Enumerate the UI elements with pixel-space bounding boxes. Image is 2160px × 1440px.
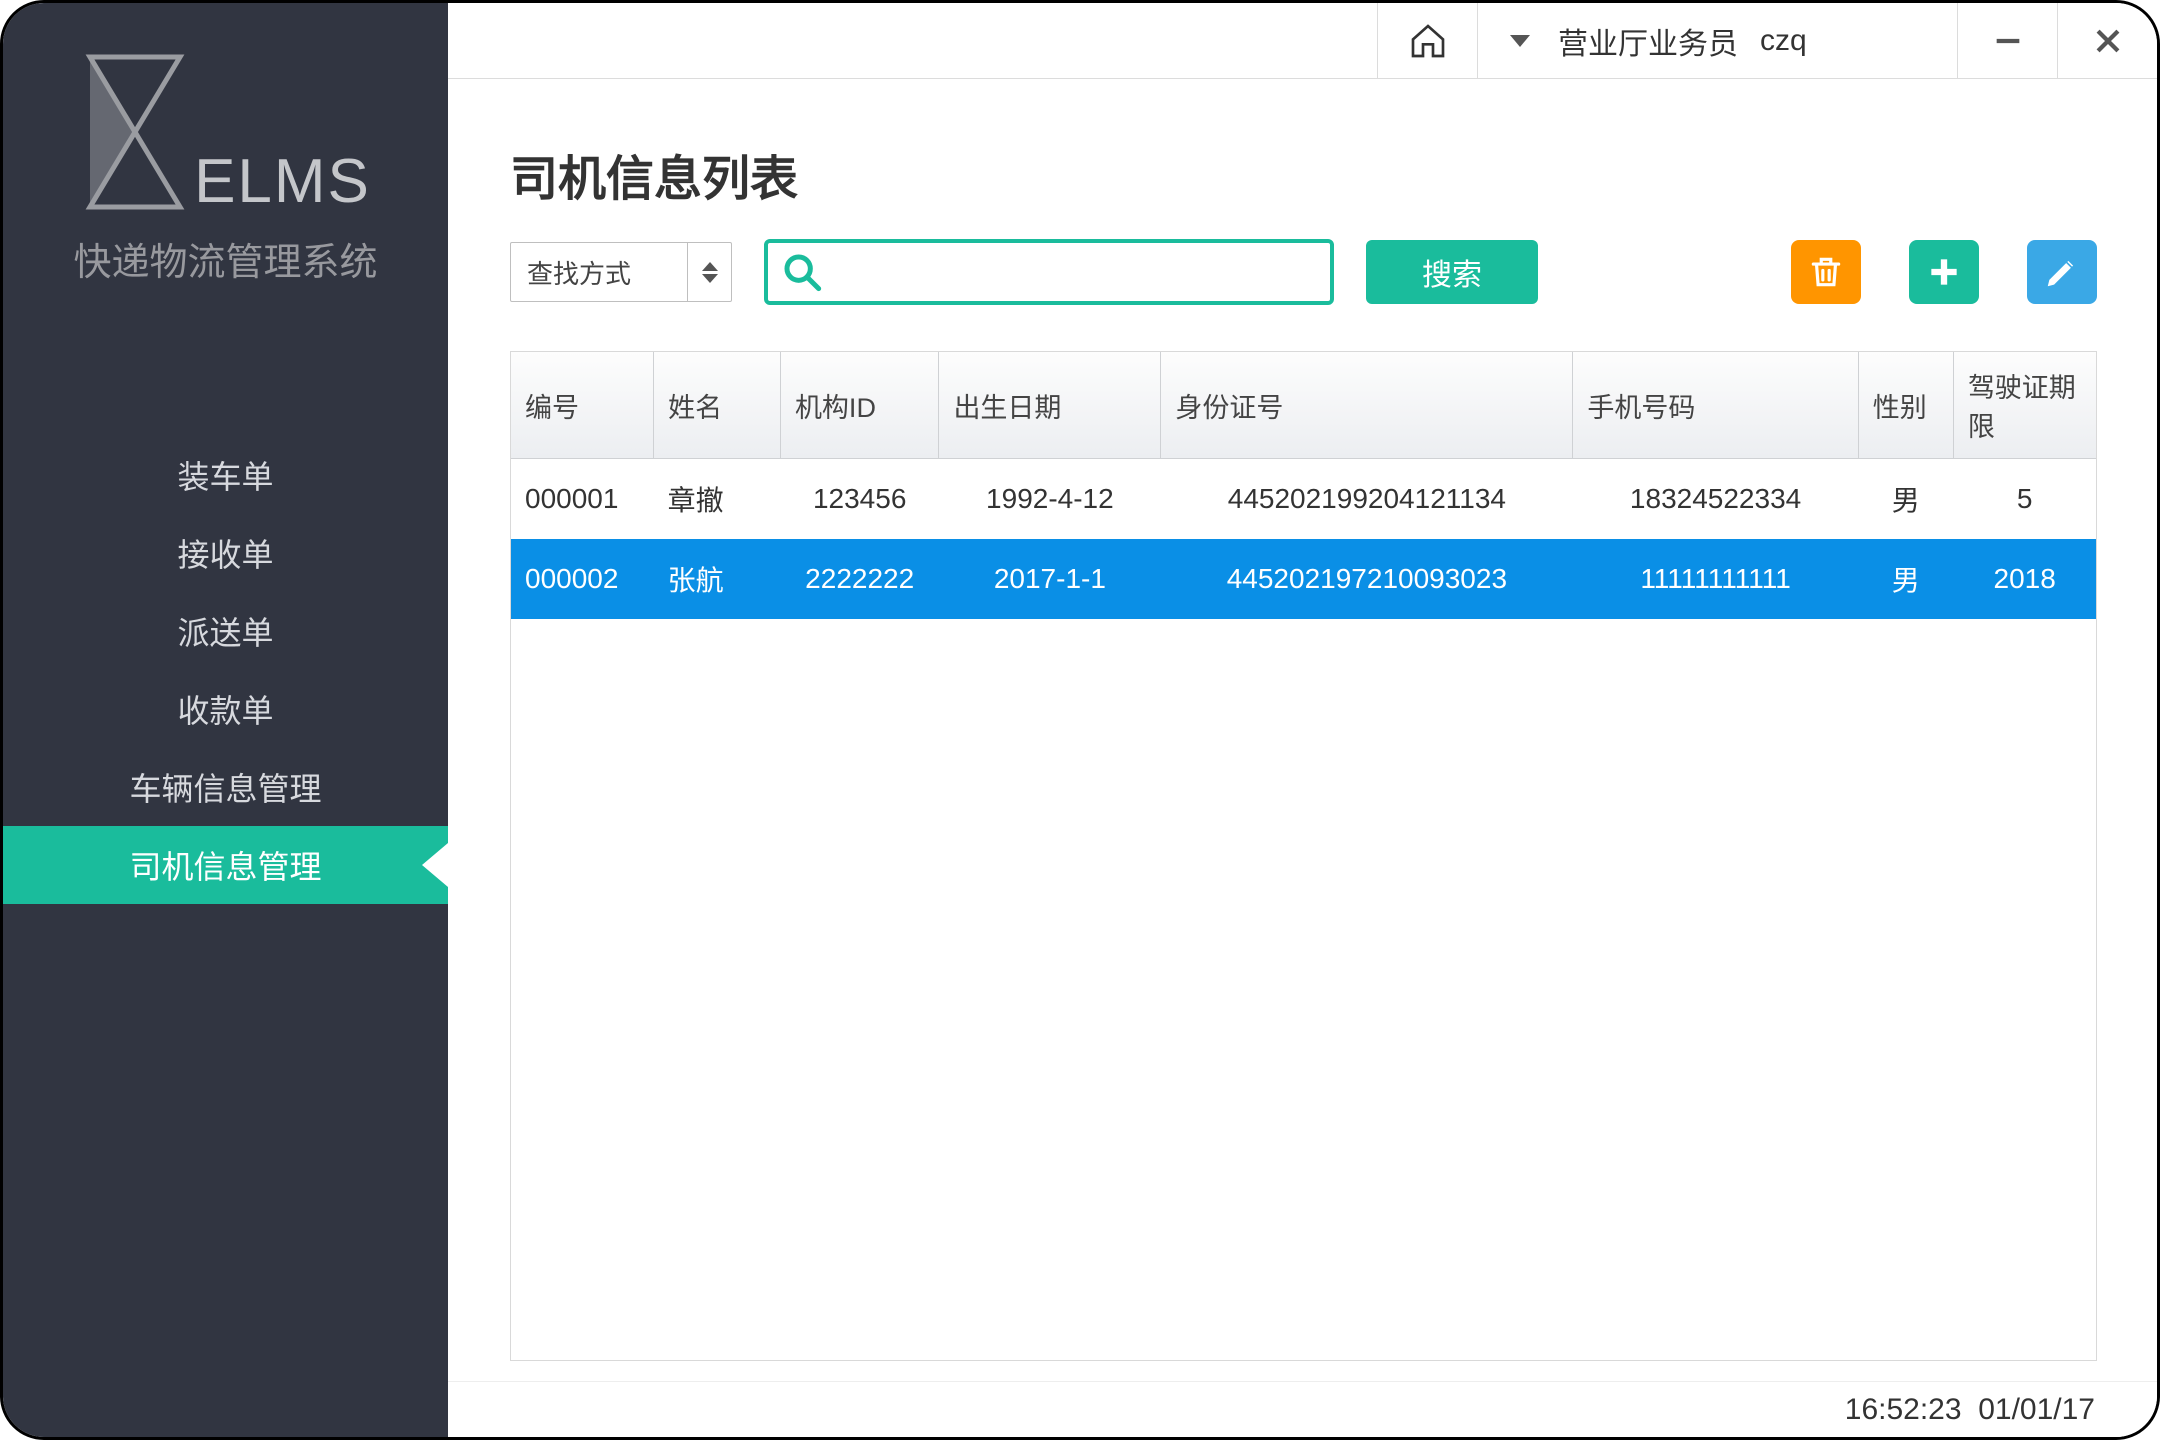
status-time: 16:52:23 [1845,1393,1962,1427]
cell: 章撤 [654,459,781,540]
pen-icon [2043,253,2081,291]
sidebar-item[interactable]: 车辆信息管理 [3,748,448,826]
home-button[interactable] [1377,3,1477,78]
sidebar-item[interactable]: 装车单 [3,436,448,514]
main: 营业厅业务员 czq 司机信息列表 [448,3,2157,1437]
column-header[interactable]: 驾驶证期限 [1953,352,2096,459]
delete-button[interactable] [1791,240,1861,304]
select-label: 查找方式 [511,254,687,291]
cell: 445202199204121134 [1161,459,1573,540]
cell: 2222222 [780,539,939,619]
search-button[interactable]: 搜索 [1366,240,1538,304]
sidebar-item[interactable]: 派送单 [3,592,448,670]
cell: 11111111111 [1573,539,1858,619]
search-icon [782,252,822,292]
chevron-down-icon [1510,35,1530,47]
edit-button[interactable] [2027,240,2097,304]
user-menu[interactable]: 营业厅业务员 czq [1477,3,1957,78]
column-header[interactable]: 身份证号 [1161,352,1573,459]
search-box [764,239,1334,305]
brand: ELMS 快递物流管理系统 [3,3,448,326]
cell: 2017-1-1 [939,539,1161,619]
cell: 2018 [1953,539,2096,619]
column-header[interactable]: 性别 [1858,352,1953,459]
table-row[interactable]: 000001章撤1234561992-4-1244520219920412113… [511,459,2096,540]
trash-icon [1807,253,1845,291]
column-header[interactable]: 手机号码 [1573,352,1858,459]
home-icon [1408,21,1448,61]
close-icon [2091,24,2125,58]
cell: 18324522334 [1573,459,1858,540]
close-button[interactable] [2057,3,2157,78]
hourglass-icon [80,47,190,217]
column-header[interactable]: 机构ID [780,352,939,459]
cell: 000001 [511,459,654,540]
statusbar: 16:52:23 01/01/17 [448,1381,2157,1437]
toolbar: 查找方式 搜索 [510,239,2097,305]
brand-name: ELMS [194,146,371,217]
sidebar-item[interactable]: 收款单 [3,670,448,748]
sidebar: ELMS 快递物流管理系统 装车单接收单派送单收款单车辆信息管理司机信息管理 [3,3,448,1437]
user-role: 营业厅业务员 [1558,19,1738,63]
add-button[interactable] [1909,240,1979,304]
cell: 1992-4-12 [939,459,1161,540]
user-name: czq [1760,24,1807,58]
cell: 000002 [511,539,654,619]
minimize-icon [1991,24,2025,58]
cell: 张航 [654,539,781,619]
topbar: 营业厅业务员 czq [448,3,2157,79]
search-input[interactable] [836,256,1316,288]
cell: 123456 [780,459,939,540]
column-header[interactable]: 姓名 [654,352,781,459]
stepper-icon [687,243,731,301]
plus-icon [1925,253,1963,291]
table-row[interactable]: 000002张航22222222017-1-144520219721009302… [511,539,2096,619]
status-date: 01/01/17 [1978,1393,2095,1427]
cell: 5 [1953,459,2096,540]
column-header[interactable]: 编号 [511,352,654,459]
page-title: 司机信息列表 [510,139,2097,209]
content: 司机信息列表 查找方式 搜索 [448,79,2157,1381]
nav: 装车单接收单派送单收款单车辆信息管理司机信息管理 [3,436,448,904]
sidebar-item[interactable]: 司机信息管理 [3,826,448,904]
brand-subtitle: 快递物流管理系统 [33,231,418,286]
search-mode-select[interactable]: 查找方式 [510,242,732,302]
sidebar-item[interactable]: 接收单 [3,514,448,592]
brand-logo: ELMS [33,47,418,217]
cell: 男 [1858,539,1953,619]
cell: 445202197210093023 [1161,539,1573,619]
column-header[interactable]: 出生日期 [939,352,1161,459]
cell: 男 [1858,459,1953,540]
minimize-button[interactable] [1957,3,2057,78]
driver-table: 编号姓名机构ID出生日期身份证号手机号码性别驾驶证期限 000001章撤1234… [510,351,2097,1361]
